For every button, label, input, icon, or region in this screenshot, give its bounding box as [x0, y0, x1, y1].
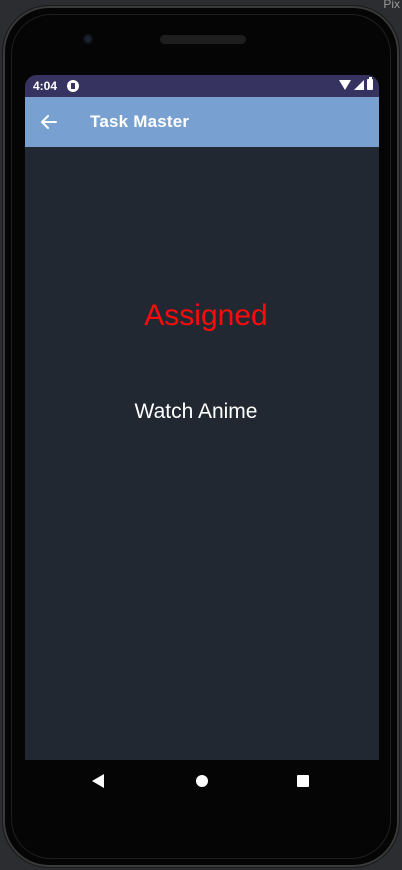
system-nav-bar [25, 760, 379, 804]
nav-recents-icon[interactable] [297, 775, 309, 787]
wifi-icon [339, 79, 351, 90]
app-bar: Task Master [25, 97, 379, 147]
task-name: Watch Anime [134, 400, 258, 423]
notification-icon [67, 80, 79, 92]
status-bar: 4:04 [25, 75, 379, 97]
battery-icon [367, 77, 373, 90]
host-toolbar-text: Pix [383, 0, 400, 11]
nav-back-icon[interactable] [92, 774, 104, 788]
task-status: Assigned [144, 299, 268, 332]
app-title: Task Master [90, 112, 190, 131]
status-icons [339, 77, 373, 90]
nav-home-icon[interactable] [196, 775, 208, 787]
earpiece-speaker [160, 35, 246, 44]
back-arrow-icon[interactable] [39, 112, 59, 132]
signal-icon [354, 79, 364, 90]
device-screen: 4:04 Task Master Assigned Watch Anime [25, 75, 379, 760]
status-time: 4:04 [33, 79, 58, 93]
front-camera [83, 34, 93, 44]
